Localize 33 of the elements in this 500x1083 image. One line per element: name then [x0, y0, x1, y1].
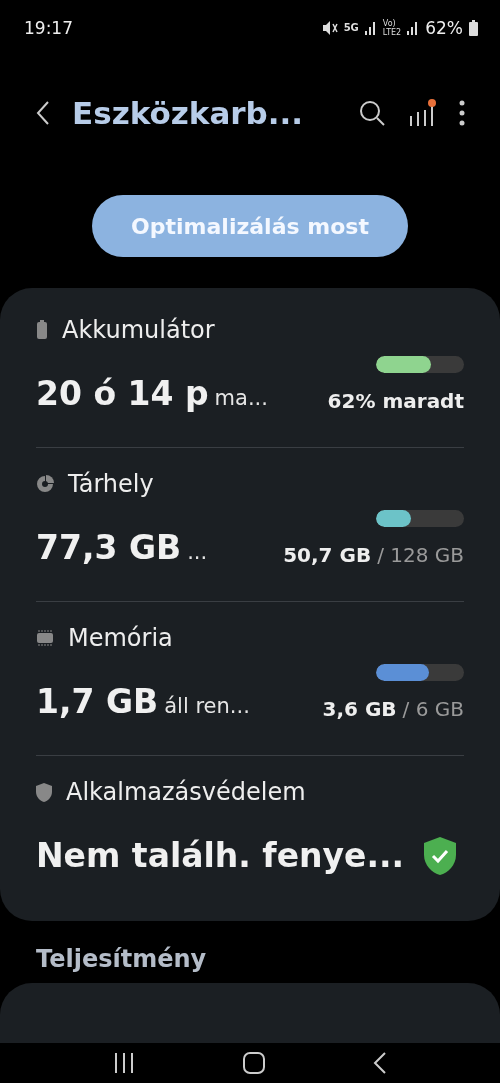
usage-total: / 128 GB — [377, 543, 464, 567]
mute-icon — [321, 19, 338, 36]
battery-icon — [36, 320, 48, 340]
signal-icon — [364, 20, 377, 35]
usage-amount: 3,6 GB — [322, 697, 397, 721]
metric-value: Nem találh. fenye... — [36, 836, 405, 875]
metric-label: Tárhely — [68, 470, 154, 498]
metric-caption: ma... — [214, 386, 268, 410]
metric-value: 1,7 GB — [36, 682, 159, 721]
optimize-button[interactable]: Optimalizálás most — [92, 195, 408, 257]
metric-caption: áll ren... — [164, 694, 250, 718]
page-title: Eszközkarb... — [72, 94, 305, 131]
metric-value: 20 ó 14 p — [36, 374, 209, 413]
metric-caption: ... — [187, 540, 208, 564]
chip-icon — [36, 629, 54, 647]
pie-chart-icon — [36, 475, 54, 493]
metric-label: Akkumulátor — [62, 316, 215, 344]
volte-network: LTE2 — [382, 27, 402, 37]
signal-icon — [407, 20, 420, 35]
shield-icon — [36, 782, 52, 802]
metric-label: Memória — [68, 624, 173, 652]
usage-amount: 62% maradt — [327, 389, 464, 413]
metric-value: 77,3 GB — [36, 528, 182, 567]
metric-label: Alkalmazásvédelem — [66, 778, 306, 806]
network-type: 5G — [343, 22, 359, 33]
battery-percent: 62% — [425, 17, 463, 38]
section-heading: Teljesítmény — [35, 944, 208, 975]
volte-label: Vo) — [382, 18, 397, 28]
battery-icon — [469, 19, 478, 36]
clock: 19:17 — [24, 17, 74, 38]
usage-amount: 50,7 GB — [283, 543, 372, 567]
more-icon — [458, 99, 466, 126]
usage-total: / 6 GB — [402, 697, 464, 721]
